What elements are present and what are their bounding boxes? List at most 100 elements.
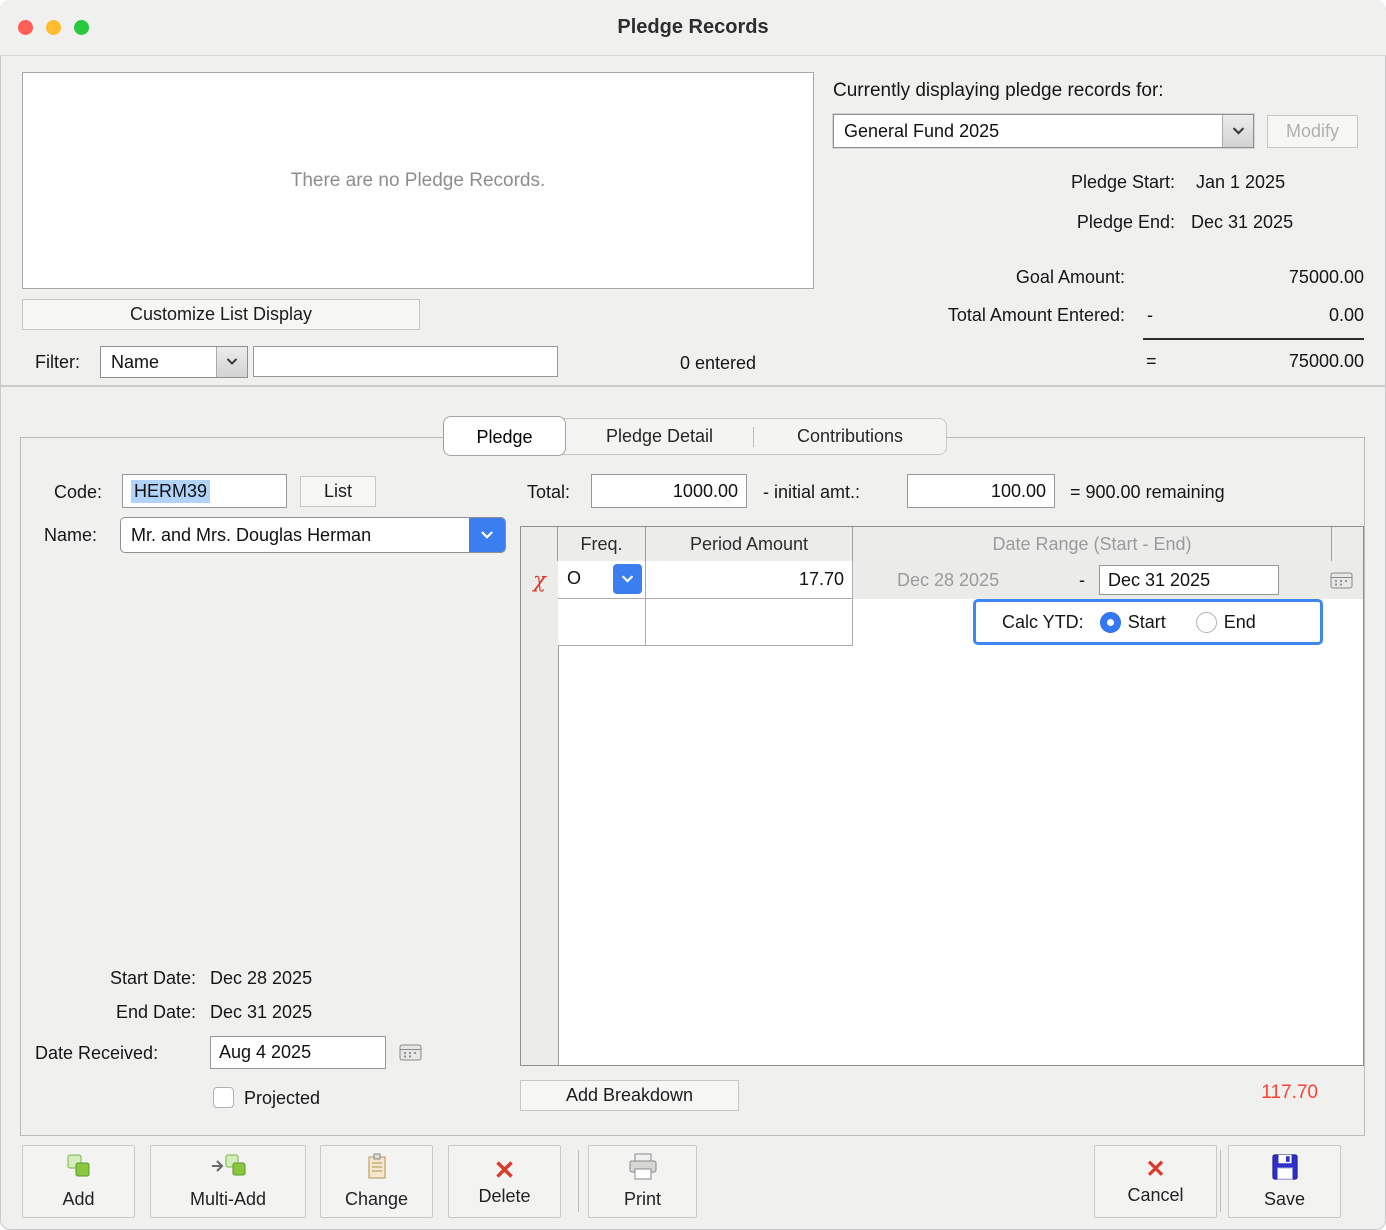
header-date-range: Date Range (Start - End) xyxy=(853,527,1331,561)
name-combo-value: Mr. and Mrs. Douglas Herman xyxy=(121,518,469,552)
window-title: Pledge Records xyxy=(0,0,1386,55)
add-button[interactable]: Add xyxy=(22,1145,135,1218)
pledge-start-label: Pledge Start: xyxy=(900,172,1175,193)
fund-dropdown-value: General Fund 2025 xyxy=(834,115,1222,147)
date-range-start: Dec 28 2025 xyxy=(897,570,1065,591)
total-entered-value: 0.00 xyxy=(1164,305,1364,326)
calendar-icon[interactable] xyxy=(1329,569,1355,596)
date-range-separator: - xyxy=(1079,570,1085,591)
header-delete-col xyxy=(521,527,558,561)
calc-ytd-label: Calc YTD: xyxy=(1002,612,1084,633)
total-entered-label: Total Amount Entered: xyxy=(860,305,1125,326)
tab-pledge-detail[interactable]: Pledge Detail xyxy=(566,419,753,454)
toolbar-divider xyxy=(578,1150,579,1212)
start-date-value: Dec 28 2025 xyxy=(210,968,312,989)
projected-label: Projected xyxy=(244,1088,320,1109)
modify-button[interactable]: Modify xyxy=(1267,115,1358,148)
entered-count: 0 entered xyxy=(680,353,756,374)
add-button-label: Add xyxy=(62,1189,94,1210)
goal-amount-label: Goal Amount: xyxy=(860,267,1125,288)
delete-button-label: Delete xyxy=(478,1186,530,1207)
period-amount-cell[interactable]: 17.70 xyxy=(646,561,853,599)
delete-column: χ xyxy=(521,561,559,1065)
cancel-button-label: Cancel xyxy=(1127,1185,1183,1206)
add-breakdown-button[interactable]: Add Breakdown xyxy=(520,1080,739,1111)
print-icon xyxy=(626,1153,660,1186)
calc-ytd-start-label: Start xyxy=(1128,612,1166,633)
chevron-down-icon xyxy=(1222,115,1253,147)
change-button[interactable]: Change xyxy=(320,1145,433,1218)
print-button[interactable]: Print xyxy=(588,1145,697,1218)
chevron-down-icon[interactable] xyxy=(469,518,505,552)
save-button-label: Save xyxy=(1264,1189,1305,1210)
print-button-label: Print xyxy=(624,1189,661,1210)
freq-value[interactable]: O xyxy=(567,568,581,589)
customize-list-display-button[interactable]: Customize List Display xyxy=(22,299,420,330)
calc-ytd-start-radio[interactable] xyxy=(1100,612,1121,633)
initial-amount-label: - initial amt.: xyxy=(763,482,860,503)
filter-text-input[interactable] xyxy=(253,346,558,377)
list-button[interactable]: List xyxy=(300,476,376,507)
start-date-label: Start Date: xyxy=(60,968,196,989)
code-value: HERM39 xyxy=(131,480,210,503)
header-period-amount: Period Amount xyxy=(646,527,853,561)
delete-row-button[interactable]: χ xyxy=(521,561,558,599)
pledge-end-value: Dec 31 2025 xyxy=(1191,212,1293,233)
date-received-label: Date Received: xyxy=(35,1043,158,1064)
pledge-start-value: Jan 1 2025 xyxy=(1196,172,1285,193)
total-input[interactable]: 1000.00 xyxy=(591,474,747,508)
initial-amount-input[interactable]: 100.00 xyxy=(907,474,1055,508)
sum-line xyxy=(1143,338,1364,340)
freq-combo-button[interactable] xyxy=(613,564,642,594)
tab-contributions[interactable]: Contributions xyxy=(754,419,946,454)
filter-field-value: Name xyxy=(101,347,216,377)
title-bar: Pledge Records xyxy=(0,0,1386,56)
breakdown-table-header: Freq. Period Amount Date Range (Start - … xyxy=(521,527,1363,562)
calc-ytd-end-radio[interactable] xyxy=(1196,612,1217,633)
cancel-button[interactable]: ✕ Cancel xyxy=(1094,1145,1217,1218)
calc-ytd-end-label: End xyxy=(1224,612,1256,633)
pledge-end-label: Pledge End: xyxy=(900,212,1175,233)
date-range-cell: Dec 28 2025 - Dec 31 2025 xyxy=(853,561,1363,599)
header-freq: Freq. xyxy=(558,527,646,561)
calendar-icon[interactable] xyxy=(398,1041,424,1068)
change-button-label: Change xyxy=(345,1189,408,1210)
calc-ytd-control: Calc YTD: Start End xyxy=(973,599,1323,645)
date-range-end-input[interactable]: Dec 31 2025 xyxy=(1099,565,1279,595)
filter-label: Filter: xyxy=(35,352,80,373)
goal-amount-value: 75000.00 xyxy=(1164,267,1364,288)
delete-button[interactable]: ✕ Delete xyxy=(448,1145,561,1218)
multi-add-button-label: Multi-Add xyxy=(190,1189,266,1210)
code-label: Code: xyxy=(54,482,102,503)
pledge-record-list[interactable]: There are no Pledge Records. xyxy=(22,72,814,289)
filter-field-dropdown[interactable]: Name xyxy=(100,346,248,378)
delete-icon: ✕ xyxy=(494,1157,516,1183)
end-date-label: End Date: xyxy=(60,1002,196,1023)
equals-sign: = xyxy=(1146,351,1157,372)
fund-dropdown[interactable]: General Fund 2025 xyxy=(833,114,1254,148)
multi-add-icon xyxy=(209,1153,247,1186)
multi-add-button[interactable]: Multi-Add xyxy=(150,1145,306,1218)
chevron-down-icon xyxy=(216,347,247,377)
change-icon xyxy=(362,1153,392,1186)
cancel-icon: ✕ xyxy=(1145,1158,1165,1182)
remaining-text: = 900.00 remaining xyxy=(1070,482,1225,503)
fund-heading: Currently displaying pledge records for: xyxy=(833,80,1164,102)
projected-checkbox[interactable] xyxy=(213,1087,234,1108)
date-received-input[interactable]: Aug 4 2025 xyxy=(210,1036,386,1069)
period-amount-cell-empty xyxy=(646,599,853,646)
freq-cell: O xyxy=(558,561,646,599)
save-button[interactable]: Save xyxy=(1228,1145,1341,1218)
header-calendar-col xyxy=(1331,527,1363,561)
minus-sign: - xyxy=(1147,305,1153,326)
save-icon xyxy=(1271,1153,1299,1186)
breakdown-table: Freq. Period Amount Date Range (Start - … xyxy=(520,526,1364,1066)
code-input[interactable]: HERM39 xyxy=(122,474,287,508)
tab-pledge[interactable]: Pledge xyxy=(443,416,566,456)
total-label: Total: xyxy=(527,482,570,503)
add-icon xyxy=(62,1153,96,1186)
name-label: Name: xyxy=(44,525,97,546)
pledge-records-window: Pledge Records There are no Pledge Recor… xyxy=(0,0,1386,1230)
name-combo[interactable]: Mr. and Mrs. Douglas Herman xyxy=(120,517,506,553)
toolbar-divider xyxy=(1220,1150,1221,1212)
